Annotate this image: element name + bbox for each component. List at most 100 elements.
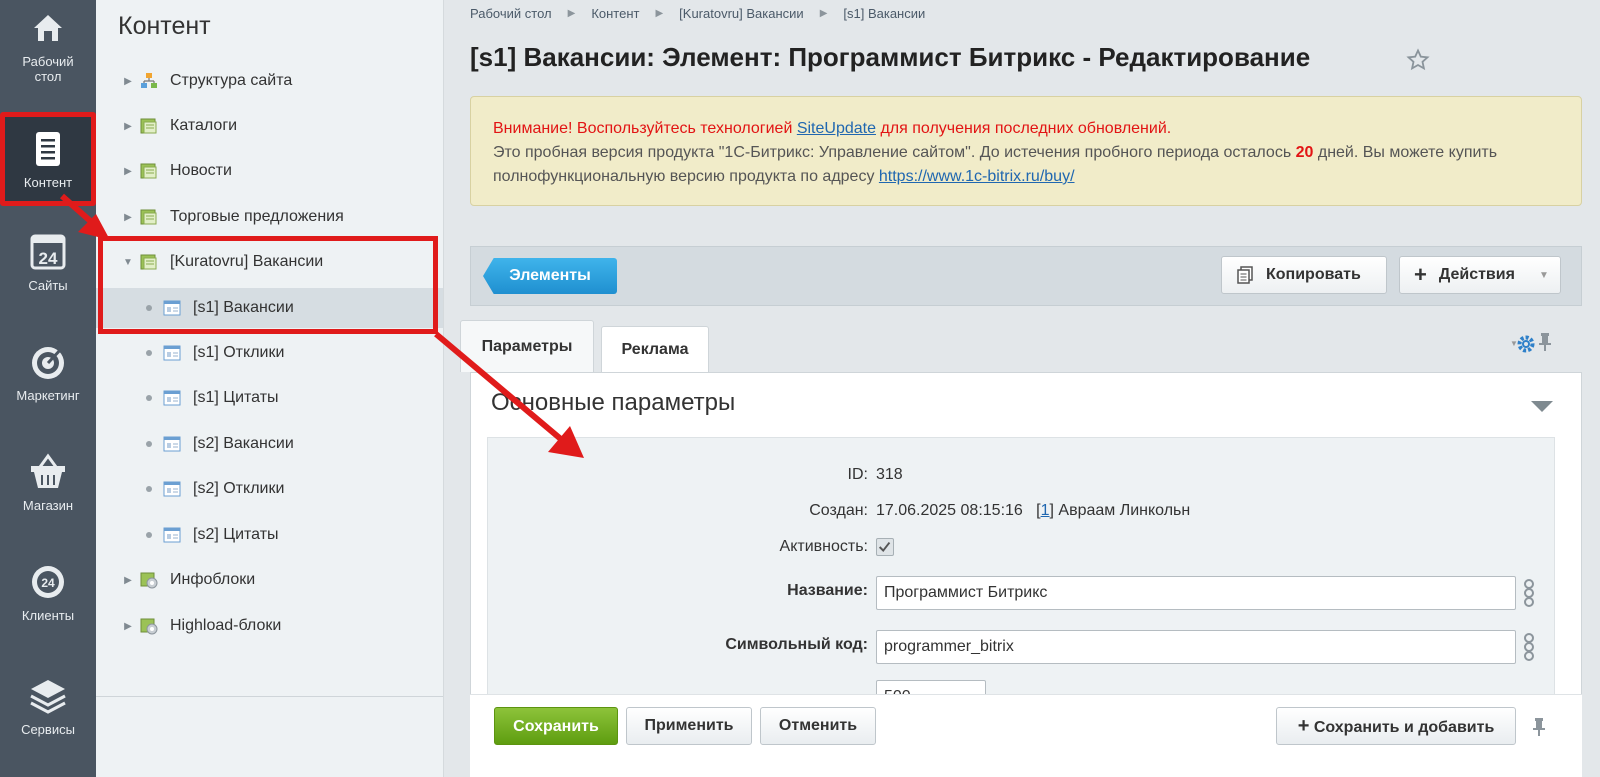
elements-button[interactable]: Элементы bbox=[483, 258, 617, 294]
transliterate-link-icon[interactable] bbox=[1522, 632, 1536, 662]
tree-item-highload[interactable]: ▶ Highload-блоки bbox=[96, 606, 443, 646]
copy-button[interactable]: Копировать bbox=[1221, 256, 1387, 294]
sidebar-item-label: Рабочий стол bbox=[22, 54, 74, 84]
sidebar-item-label: Маркетинг bbox=[16, 388, 80, 403]
sidebar-item-sites[interactable]: 24 Сайты bbox=[0, 232, 96, 312]
created-date: 17.06.2025 08:15:16 bbox=[876, 502, 1023, 519]
bullet-icon bbox=[146, 395, 152, 401]
layers-icon bbox=[30, 680, 66, 714]
expand-arrow-icon[interactable]: ▶ bbox=[116, 575, 140, 586]
created-label: Создан: bbox=[809, 502, 868, 519]
tree-item-s1-quotes[interactable]: [s1] Цитаты bbox=[96, 378, 443, 418]
breadcrumb-item[interactable]: Рабочий стол bbox=[470, 6, 552, 22]
tree-item-s2-quotes[interactable]: [s2] Цитаты bbox=[96, 515, 443, 555]
svg-text:24: 24 bbox=[41, 576, 55, 590]
breadcrumb-item[interactable]: [s1] Вакансии bbox=[843, 6, 925, 22]
tree-item-catalogs[interactable]: ▶ Каталоги bbox=[96, 106, 443, 146]
save-and-add-button[interactable]: + Сохранить и добавить bbox=[1276, 707, 1516, 745]
tree-item-label: Инфоблоки bbox=[170, 571, 256, 588]
iblock-folder-icon bbox=[140, 118, 157, 134]
sidebar-item-marketing[interactable]: Маркетинг bbox=[0, 342, 96, 422]
sidebar-item-services[interactable]: Сервисы bbox=[0, 676, 96, 756]
pin-icon[interactable] bbox=[1532, 717, 1546, 737]
copy-button-label: Копировать bbox=[1266, 266, 1361, 283]
tree-item-label: [s2] Цитаты bbox=[193, 526, 279, 543]
chevron-right-icon: ▶ bbox=[567, 8, 576, 19]
id-label: ID: bbox=[847, 466, 868, 483]
expand-arrow-icon[interactable]: ▶ bbox=[116, 76, 140, 87]
tree-item-s1-responses[interactable]: [s1] Отклики bbox=[96, 333, 443, 373]
star-icon[interactable] bbox=[1406, 48, 1430, 72]
breadcrumb-item[interactable]: Контент bbox=[591, 6, 639, 22]
main-area: Рабочий стол ▶ Контент ▶ [Kuratovru] Вак… bbox=[444, 0, 1600, 777]
basket-icon bbox=[31, 453, 65, 488]
name-input[interactable]: Программист Битрикс bbox=[876, 576, 1516, 610]
tab-parameters[interactable]: Параметры bbox=[460, 320, 594, 372]
chevron-right-icon: ▶ bbox=[655, 8, 664, 19]
creator-id-link[interactable]: 1 bbox=[1041, 502, 1050, 519]
alert-trial-text: Это пробная версия продукта "1С-Битрикс:… bbox=[493, 144, 1296, 161]
alert-warning-text: Внимание! Воспользуйтесь технологией bbox=[493, 120, 797, 137]
sidebar-item-label: Клиенты bbox=[21, 608, 75, 623]
checkmark-icon bbox=[878, 541, 891, 553]
save-bar: Сохранить Применить Отменить + Сохранить… bbox=[470, 694, 1582, 777]
sidebar-item-shop[interactable]: Магазин bbox=[0, 452, 96, 532]
tree-item-s2-responses[interactable]: [s2] Отклики bbox=[96, 469, 443, 509]
tree-item-label: [s2] Отклики bbox=[193, 480, 285, 497]
apply-button[interactable]: Применить bbox=[626, 707, 752, 745]
calendar-24-icon: 24 bbox=[30, 234, 66, 270]
expand-arrow-icon[interactable]: ▶ bbox=[116, 621, 140, 632]
tree-item-site-structure[interactable]: ▶ Структура сайта bbox=[96, 61, 443, 101]
id-value: 318 bbox=[876, 466, 903, 483]
expand-arrow-icon[interactable]: ▶ bbox=[116, 166, 140, 177]
iblock-icon bbox=[163, 481, 181, 497]
tree-item-label: [s1] Цитаты bbox=[193, 389, 279, 406]
gear-icon[interactable] bbox=[1516, 334, 1536, 354]
iblock-icon bbox=[163, 527, 181, 543]
page-title: [s1] Вакансии: Элемент: Программист Битр… bbox=[470, 42, 1311, 72]
save-and-add-label: Сохранить и добавить bbox=[1313, 719, 1495, 736]
bullet-icon bbox=[146, 350, 152, 356]
siteupdate-link[interactable]: SiteUpdate bbox=[797, 120, 876, 137]
expand-arrow-icon[interactable]: ▶ bbox=[116, 212, 140, 223]
trial-alert: Внимание! Воспользуйтесь технологией Sit… bbox=[470, 96, 1582, 206]
tree-item-label: Структура сайта bbox=[170, 72, 293, 89]
structure-icon bbox=[141, 73, 157, 88]
content-tree-panel: Контент ▶ Структура сайта ▶ Каталоги ▶ Н… bbox=[96, 0, 444, 777]
home-icon bbox=[34, 15, 62, 41]
tree-item-infoblocks[interactable]: ▶ Инфоблоки bbox=[96, 560, 443, 600]
iblock-icon bbox=[163, 390, 181, 406]
created-value: 17.06.2025 08:15:16 [1] Авраам Линкольн bbox=[876, 502, 1191, 519]
tree-item-news[interactable]: ▶ Новости bbox=[96, 151, 443, 191]
buy-link[interactable]: https://www.1c-bitrix.ru/buy/ bbox=[879, 168, 1075, 185]
save-button[interactable]: Сохранить bbox=[494, 707, 618, 745]
expand-arrow-icon[interactable]: ▶ bbox=[116, 121, 140, 132]
bullet-icon bbox=[146, 441, 152, 447]
active-checkbox[interactable] bbox=[876, 538, 894, 556]
tree-item-trade-offers[interactable]: ▶ Торговые предложения bbox=[96, 197, 443, 237]
sidebar-item-content[interactable]: Контент bbox=[0, 112, 96, 206]
actions-button[interactable]: + Действия ▼ bbox=[1399, 256, 1561, 294]
tab-advertising[interactable]: Реклама bbox=[601, 326, 709, 372]
active-label: Активность: bbox=[779, 538, 868, 555]
clients-24-icon: 24 bbox=[32, 566, 64, 598]
sidebar-item-clients[interactable]: 24 Клиенты bbox=[0, 562, 96, 642]
cancel-button[interactable]: Отменить bbox=[760, 707, 876, 745]
tree-item-label: Новости bbox=[170, 162, 232, 179]
transliterate-link-icon[interactable] bbox=[1522, 578, 1536, 608]
sidebar-item-label: Сайты bbox=[28, 278, 68, 293]
collapse-arrow-icon[interactable] bbox=[1531, 401, 1553, 412]
trial-days-count: 20 bbox=[1295, 144, 1314, 161]
pin-icon[interactable] bbox=[1538, 332, 1552, 352]
bullet-icon bbox=[146, 532, 152, 538]
gear-dropdown-icon[interactable]: ▼ bbox=[1510, 339, 1518, 348]
breadcrumb-item[interactable]: [Kuratovru] Вакансии bbox=[679, 6, 804, 22]
sidebar-item-desktop[interactable]: Рабочий стол bbox=[0, 8, 96, 108]
chevron-right-icon: ▶ bbox=[819, 8, 828, 19]
target-icon bbox=[32, 346, 64, 379]
bullet-icon bbox=[146, 486, 152, 492]
code-input[interactable]: programmer_bitrix bbox=[876, 630, 1516, 664]
creator-name: Авраам Линкольн bbox=[1058, 502, 1191, 519]
tree-item-s2-vacancies[interactable]: [s2] Вакансии bbox=[96, 424, 443, 464]
tree-divider bbox=[96, 696, 443, 697]
